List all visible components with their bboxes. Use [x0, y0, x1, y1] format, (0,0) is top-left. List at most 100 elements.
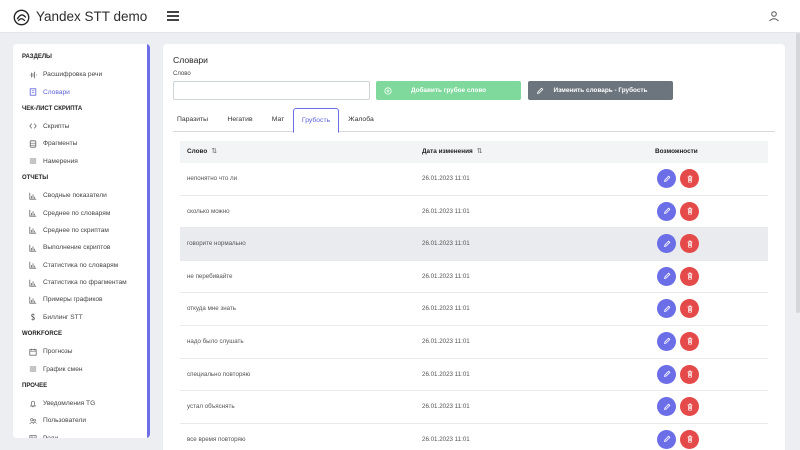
- list-icon: [29, 157, 37, 165]
- word-cell: говорите нормально: [187, 240, 246, 248]
- sidebar-item-label: Среднее по скриптам: [43, 226, 109, 234]
- word-cell: устал объяснять: [187, 403, 235, 411]
- edit-dictionary-button-label: Изменить словарь - Грубость: [553, 87, 648, 94]
- date-cell: 26.01.2023 11:01: [422, 207, 470, 215]
- sidebar-item[interactable]: Среднее по словарям: [13, 204, 150, 221]
- add-word-button[interactable]: Добавить грубое слово: [376, 81, 521, 100]
- sidebar-item-label: Роли: [43, 435, 58, 438]
- tab-complaint[interactable]: Жалоба: [345, 108, 377, 132]
- pencil-icon: [663, 403, 670, 410]
- sidebar-item[interactable]: Уведомления TG: [13, 395, 150, 412]
- sidebar-item[interactable]: Роли: [13, 430, 150, 438]
- tab-rudeness[interactable]: Грубость: [293, 108, 339, 133]
- user-icon[interactable]: [768, 10, 780, 22]
- sidebar-item-label: Сводные показатели: [43, 192, 107, 200]
- word-cell: все время повторяю: [187, 435, 246, 443]
- trash-icon: [687, 370, 692, 378]
- sidebar-item[interactable]: Пользователи: [13, 412, 150, 429]
- sidebar: РАЗДЕЛЫ Расшифровка речи Словари ЧЕК-ЛИСТ С…: [13, 44, 150, 438]
- sidebar-item[interactable]: График смен: [13, 360, 150, 377]
- sidebar-item-label: Среднее по словарям: [43, 209, 111, 217]
- delete-row-button[interactable]: [680, 331, 699, 351]
- sidebar-item[interactable]: Статистика по фрагментам: [13, 274, 150, 291]
- tab-profanity[interactable]: Мат: [268, 108, 288, 132]
- add-word-button-label: Добавить грубое слово: [410, 87, 487, 94]
- date-cell: 26.01.2023 11:01: [422, 272, 470, 280]
- table-row: не перебивайте 26.01.2023 11:01: [180, 261, 768, 294]
- word-field-label: Слово: [173, 71, 191, 77]
- delete-row-button[interactable]: [680, 234, 699, 254]
- waveform-icon: [29, 71, 37, 79]
- edit-row-button[interactable]: [657, 266, 676, 286]
- word-cell: надо было слушать: [187, 337, 244, 345]
- sidebar-item[interactable]: Среднее по скриптам: [13, 222, 150, 239]
- sidebar-item[interactable]: Выполнение скриптов: [13, 239, 150, 256]
- bar-chart-icon: [29, 296, 37, 304]
- word-cell: непонятно что ли: [187, 175, 238, 182]
- sidebar-item-label: Прогнозы: [43, 348, 73, 356]
- table-row: откуда мне знать 26.01.2023 11:01: [180, 293, 768, 326]
- sidebar-item[interactable]: Прогнозы: [13, 343, 150, 360]
- delete-row-button[interactable]: [680, 266, 699, 286]
- delete-row-button[interactable]: [680, 201, 699, 221]
- delete-row-button[interactable]: [680, 429, 699, 449]
- pencil-icon: [663, 175, 670, 182]
- sidebar-section-title: РАЗДЕЛЫ: [22, 54, 52, 60]
- edit-row-button[interactable]: [657, 201, 676, 221]
- sidebar-scroll-indicator[interactable]: [147, 44, 150, 438]
- delete-row-button[interactable]: [680, 397, 699, 417]
- pencil-icon: [663, 240, 670, 247]
- sidebar-item-label: График смен: [43, 365, 83, 373]
- column-date[interactable]: Дата изменения ⇅: [422, 141, 483, 163]
- sidebar-item[interactable]: Сводные показатели: [13, 187, 150, 204]
- delete-row-button[interactable]: [680, 299, 699, 319]
- column-word[interactable]: Слово ⇅: [187, 141, 217, 163]
- edit-row-button[interactable]: [657, 331, 676, 351]
- sidebar-item[interactable]: Статистика по словарям: [13, 257, 150, 274]
- page-scrollbar[interactable]: [796, 33, 800, 313]
- edit-row-button[interactable]: [657, 364, 676, 384]
- menu-toggle-icon[interactable]: [167, 11, 179, 21]
- sidebar-item[interactable]: Намерения: [13, 153, 150, 170]
- tab-negative[interactable]: Негатив: [220, 108, 260, 132]
- sidebar-item[interactable]: Фрагменты: [13, 135, 150, 152]
- edit-row-button[interactable]: [657, 429, 676, 449]
- edit-row-button[interactable]: [657, 397, 676, 417]
- words-table: Слово ⇅ Дата изменения ⇅ Возможности непон…: [180, 141, 768, 450]
- sort-icon[interactable]: ⇅: [211, 148, 217, 155]
- sidebar-item[interactable]: Словари: [13, 83, 150, 100]
- delete-row-button[interactable]: [680, 364, 699, 384]
- sort-icon[interactable]: ⇅: [477, 148, 483, 155]
- logo-icon: [13, 9, 30, 26]
- bar-chart-icon: [29, 261, 37, 269]
- word-input[interactable]: [173, 81, 370, 100]
- edit-row-button[interactable]: [657, 169, 676, 188]
- trash-icon: [687, 175, 692, 183]
- sidebar-item[interactable]: Расшифровка речи: [13, 66, 150, 83]
- bar-chart-icon: [29, 279, 37, 287]
- sidebar-item[interactable]: Примеры графиков: [13, 291, 150, 308]
- top-header: Yandex STT demo: [0, 0, 800, 33]
- sidebar-item-label: Выполнение скриптов: [43, 244, 111, 252]
- sidebar-item[interactable]: Скрипты: [13, 118, 150, 135]
- calendar-icon: [29, 348, 37, 356]
- bell-icon: [29, 400, 37, 408]
- tab-parasites[interactable]: Паразиты: [173, 108, 212, 132]
- sidebar-item-label: Пользователи: [43, 417, 87, 425]
- sidebar-item[interactable]: Биллинг STT: [13, 309, 150, 326]
- edit-row-button[interactable]: [657, 299, 676, 319]
- trash-icon: [687, 207, 692, 215]
- sidebar-section-title: WORKFORCE: [22, 331, 62, 338]
- delete-row-button[interactable]: [680, 169, 699, 188]
- trash-icon: [687, 403, 692, 411]
- pencil-icon: [663, 272, 670, 280]
- date-cell: 26.01.2023 11:01: [422, 337, 470, 345]
- trash-icon: [687, 305, 692, 313]
- trash-icon: [687, 240, 692, 248]
- edit-row-button[interactable]: [657, 234, 676, 254]
- trash-icon: [687, 272, 692, 280]
- plus-circle-icon: [384, 86, 392, 95]
- date-cell: 26.01.2023 11:01: [422, 370, 470, 378]
- edit-dictionary-button[interactable]: Изменить словарь - Грубость: [528, 81, 673, 100]
- pencil-icon: [663, 338, 670, 345]
